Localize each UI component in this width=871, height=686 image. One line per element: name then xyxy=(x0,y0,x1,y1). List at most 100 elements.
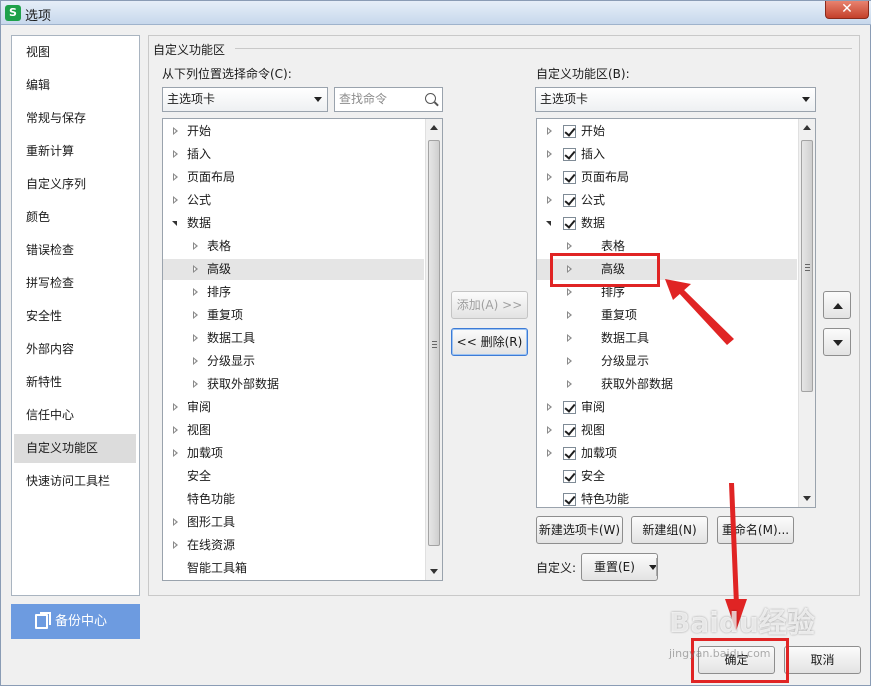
tree-row[interactable]: 数据 xyxy=(163,213,424,234)
backup-center-button[interactable]: 备份中心 xyxy=(11,604,140,639)
new-group-button[interactable]: 新建组(N) xyxy=(631,516,708,544)
expand-icon[interactable] xyxy=(547,449,552,457)
nav-item[interactable]: 外部内容 xyxy=(14,335,136,364)
commands-scrollbar[interactable] xyxy=(425,119,442,580)
tree-row[interactable]: 数据 xyxy=(537,213,797,234)
tree-row[interactable]: 特色功能 xyxy=(163,489,424,510)
expand-icon[interactable] xyxy=(173,196,178,204)
commands-tree[interactable]: 智能工具箱 在线资源 图形工具 特色功能 安全 加载项 视图 审阅 获取外部数据 分级显示 数据工具… xyxy=(162,118,443,581)
checkbox-checked-icon[interactable] xyxy=(563,470,576,483)
expand-icon[interactable] xyxy=(547,150,552,158)
expand-icon[interactable] xyxy=(173,173,178,181)
nav-item[interactable]: 快速访问工具栏 xyxy=(14,467,136,496)
remove-button[interactable]: << 删除(R) xyxy=(451,328,528,356)
scroll-up-icon[interactable] xyxy=(803,125,811,130)
tree-row[interactable]: 页面布局 xyxy=(163,167,424,188)
tree-row[interactable]: 排序 xyxy=(163,282,424,303)
nav-item[interactable]: 自定义功能区 xyxy=(14,434,136,463)
tree-row[interactable]: 开始 xyxy=(537,121,797,142)
scroll-thumb[interactable] xyxy=(801,140,813,392)
expand-icon[interactable] xyxy=(173,150,178,158)
expand-icon[interactable] xyxy=(567,380,572,388)
tree-row[interactable]: 分级显示 xyxy=(537,351,797,372)
tree-row[interactable]: 插入 xyxy=(163,144,424,165)
tree-row[interactable]: 数据工具 xyxy=(537,328,797,349)
tree-row[interactable]: 分级显示 xyxy=(163,351,424,372)
tree-row[interactable]: 公式 xyxy=(537,190,797,211)
ribbon-scrollbar[interactable] xyxy=(798,119,815,507)
tree-row[interactable]: 开始 xyxy=(163,121,424,142)
tree-row[interactable]: 视图 xyxy=(537,420,797,441)
tree-row[interactable]: 审阅 xyxy=(537,397,797,418)
ribbon-tree[interactable]: 特色功能 安全 加载项 视图 审阅 获取外部数据 分级显示 数据工具 重复项 排序 高级 表格 数据 公式… xyxy=(536,118,816,508)
checkbox-checked-icon[interactable] xyxy=(563,194,576,207)
nav-item[interactable]: 安全性 xyxy=(14,302,136,331)
tree-row[interactable]: 视图 xyxy=(163,420,424,441)
checkbox-checked-icon[interactable] xyxy=(563,401,576,414)
nav-item[interactable]: 拼写检查 xyxy=(14,269,136,298)
expand-icon[interactable] xyxy=(193,334,198,342)
choose-commands-combo[interactable]: 主选项卡 xyxy=(162,87,328,112)
expand-icon[interactable] xyxy=(173,127,178,135)
tree-row[interactable]: 重复项 xyxy=(537,305,797,326)
expand-icon[interactable] xyxy=(547,173,552,181)
expand-icon[interactable] xyxy=(173,449,178,457)
nav-item[interactable]: 颜色 xyxy=(14,203,136,232)
tree-row[interactable]: 图形工具 xyxy=(163,512,424,533)
tree-row[interactable]: 数据工具 xyxy=(163,328,424,349)
add-button[interactable]: 添加(A) >> xyxy=(451,291,528,319)
scroll-thumb[interactable] xyxy=(428,140,440,546)
checkbox-checked-icon[interactable] xyxy=(563,217,576,230)
tree-row[interactable]: 审阅 xyxy=(163,397,424,418)
expand-icon[interactable] xyxy=(173,403,178,411)
expand-icon[interactable] xyxy=(567,311,572,319)
tree-row[interactable]: 特色功能 xyxy=(537,489,797,507)
scroll-down-icon[interactable] xyxy=(803,496,811,501)
expand-icon[interactable] xyxy=(193,288,198,296)
tree-row[interactable]: 在线资源 xyxy=(163,535,424,556)
expand-icon[interactable] xyxy=(547,196,552,204)
tree-row[interactable]: 加载项 xyxy=(163,443,424,464)
customize-ribbon-combo[interactable]: 主选项卡 xyxy=(535,87,816,112)
tree-row[interactable]: 智能工具箱 xyxy=(163,558,424,579)
tree-row[interactable]: 页面布局 xyxy=(537,167,797,188)
expand-icon[interactable] xyxy=(193,357,198,365)
tree-row[interactable]: 公式 xyxy=(163,190,424,211)
expand-icon[interactable] xyxy=(193,311,198,319)
nav-item[interactable]: 视图 xyxy=(14,38,136,67)
expand-icon[interactable] xyxy=(193,380,198,388)
nav-item[interactable]: 重新计算 xyxy=(14,137,136,166)
collapse-icon[interactable] xyxy=(546,221,551,226)
reset-split-button[interactable]: 重置(E) xyxy=(581,553,658,581)
tree-row[interactable]: 安全 xyxy=(163,466,424,487)
nav-item[interactable]: 编辑 xyxy=(14,71,136,100)
tree-row[interactable]: 加载项 xyxy=(537,443,797,464)
expand-icon[interactable] xyxy=(193,265,198,273)
expand-icon[interactable] xyxy=(173,541,178,549)
expand-icon[interactable] xyxy=(567,288,572,296)
expand-icon[interactable] xyxy=(567,357,572,365)
tree-row[interactable]: 获取外部数据 xyxy=(163,374,424,395)
nav-item[interactable]: 新特性 xyxy=(14,368,136,397)
scroll-down-icon[interactable] xyxy=(430,569,438,574)
expand-icon[interactable] xyxy=(547,426,552,434)
expand-icon[interactable] xyxy=(547,403,552,411)
scroll-up-icon[interactable] xyxy=(430,125,438,130)
close-button[interactable]: ✕ xyxy=(825,1,869,19)
tree-row[interactable]: 安全 xyxy=(537,466,797,487)
nav-item[interactable]: 常规与保存 xyxy=(14,104,136,133)
nav-item[interactable]: 信任中心 xyxy=(14,401,136,430)
move-up-button[interactable] xyxy=(823,291,851,319)
tree-row[interactable]: 表格 xyxy=(163,236,424,257)
checkbox-checked-icon[interactable] xyxy=(563,125,576,138)
cancel-button[interactable]: 取消 xyxy=(784,646,861,674)
tree-row[interactable]: 获取外部数据 xyxy=(537,374,797,395)
expand-icon[interactable] xyxy=(173,426,178,434)
search-command-input[interactable]: 查找命令 xyxy=(334,87,443,112)
checkbox-checked-icon[interactable] xyxy=(563,447,576,460)
checkbox-checked-icon[interactable] xyxy=(563,424,576,437)
tree-row[interactable]: 插入 xyxy=(537,144,797,165)
expand-icon[interactable] xyxy=(193,242,198,250)
new-tab-button[interactable]: 新建选项卡(W) xyxy=(536,516,623,544)
expand-icon[interactable] xyxy=(567,242,572,250)
